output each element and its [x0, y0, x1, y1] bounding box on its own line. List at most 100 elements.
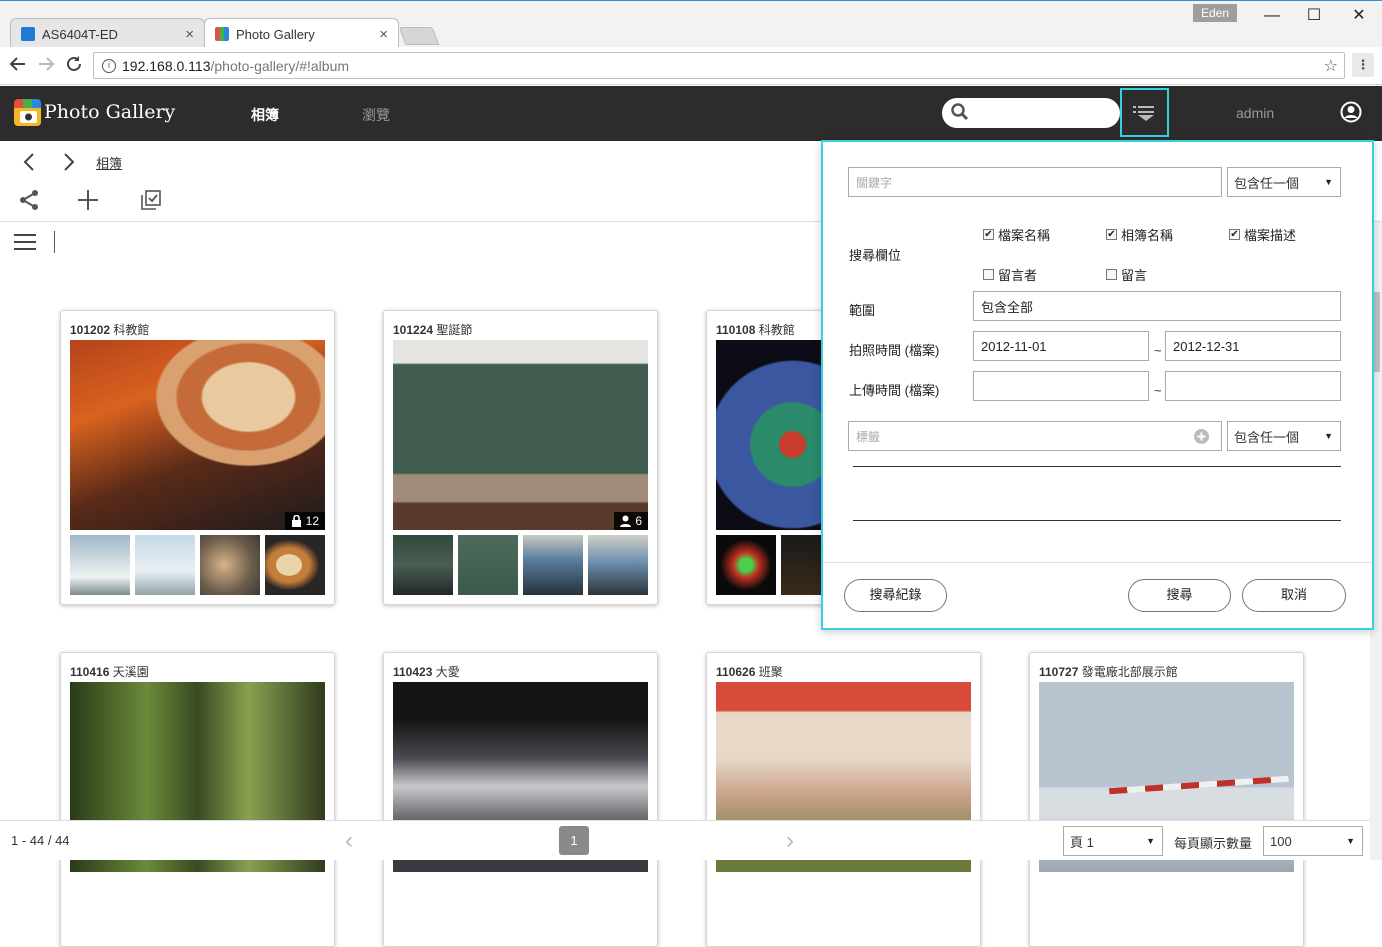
divider: [853, 520, 1341, 521]
thumbnail-image[interactable]: [716, 535, 776, 595]
album-title: 110108 科教館: [716, 323, 795, 337]
nav-tab-browse[interactable]: 瀏覽: [362, 105, 390, 125]
cancel-button[interactable]: 取消: [1242, 579, 1346, 612]
shot-date-to-input[interactable]: 2012-12-31: [1165, 331, 1341, 361]
chevron-left-icon[interactable]: [21, 152, 37, 172]
lock-icon: [291, 515, 301, 527]
browser-tab-nas[interactable]: AS6404T-ED ×: [10, 18, 205, 49]
album-title: 101224 聖誕節: [393, 323, 473, 337]
album-card[interactable]: 110416 天溪園: [60, 652, 335, 947]
search-icon: [951, 103, 969, 121]
browser-menu-icon[interactable]: ⋮: [1352, 53, 1374, 77]
dropdown-arrow-icon: ▼: [1146, 836, 1155, 846]
album-card[interactable]: 110423 大愛: [383, 652, 658, 947]
album-title: 110416 天溪園: [70, 665, 149, 679]
tab-title: Photo Gallery: [236, 26, 315, 42]
tab-title: AS6404T-ED: [42, 26, 118, 42]
search-history-button[interactable]: 搜尋紀錄: [844, 579, 947, 612]
item-range-text: 1 - 44 / 44: [11, 833, 70, 848]
tag-input[interactable]: 標籤: [848, 421, 1222, 451]
advanced-search-button[interactable]: [1120, 88, 1169, 137]
album-cover-image[interactable]: 12: [70, 340, 325, 530]
album-cover-image[interactable]: 6: [393, 340, 648, 530]
keyword-match-select[interactable]: 包含任一個 ▼: [1227, 167, 1341, 197]
field-checkbox-description[interactable]: ✔ 檔案描述: [1229, 225, 1296, 244]
reload-icon[interactable]: [62, 55, 86, 78]
range-separator: ~: [1154, 383, 1162, 398]
nav-tab-albums[interactable]: 相簿: [251, 105, 279, 125]
advanced-search-list-icon: [1132, 105, 1154, 121]
thumbnail-image[interactable]: [200, 535, 260, 595]
close-window-button[interactable]: ✕: [1344, 6, 1374, 26]
username-label[interactable]: admin: [1236, 105, 1274, 121]
browser-tab-strip: AS6404T-ED × Photo Gallery × Eden — ☐ ✕: [0, 0, 1382, 49]
share-icon[interactable]: [18, 189, 40, 211]
forward-arrow-icon[interactable]: [34, 55, 58, 78]
divider: [823, 562, 1372, 563]
info-icon[interactable]: i: [102, 58, 116, 73]
back-arrow-icon[interactable]: [6, 55, 30, 78]
hamburger-menu-icon[interactable]: [14, 233, 36, 251]
per-page-select[interactable]: 100 ▼: [1263, 826, 1363, 856]
current-page-button[interactable]: 1: [559, 826, 589, 855]
add-tag-icon[interactable]: [1194, 429, 1209, 444]
close-tab-icon[interactable]: ×: [185, 26, 194, 43]
address-bar[interactable]: i 192.168.0.113 /photo-gallery/#!album ☆: [93, 52, 1345, 79]
url-path: /photo-gallery/#!album: [210, 57, 350, 74]
upload-date-to-input[interactable]: [1165, 371, 1341, 401]
maximize-button[interactable]: ☐: [1299, 6, 1329, 26]
search-button[interactable]: 搜尋: [1128, 579, 1231, 612]
album-card[interactable]: 110727 發電廠北部展示館: [1029, 652, 1304, 947]
field-checkbox-commenter[interactable]: 留言者: [983, 265, 1037, 284]
tag-match-select[interactable]: 包含任一個 ▼: [1227, 421, 1341, 451]
album-card[interactable]: 101202 科教館 12: [60, 310, 335, 605]
thumbnail-image[interactable]: [135, 535, 195, 595]
album-title: 110727 發電廠北部展示館: [1039, 665, 1178, 679]
album-card[interactable]: 110626 班聚: [706, 652, 981, 947]
field-checkbox-album-name[interactable]: ✔ 相簿名稱: [1106, 225, 1173, 244]
thumbnail-image[interactable]: [588, 535, 648, 595]
browser-toolbar: i 192.168.0.113 /photo-gallery/#!album ☆…: [0, 47, 1382, 85]
album-title: 110423 大愛: [393, 665, 460, 679]
app-title: Photo Gallery: [44, 101, 176, 123]
prev-page-icon[interactable]: ‹: [345, 827, 353, 855]
range-separator: ~: [1154, 343, 1162, 358]
next-page-icon[interactable]: ›: [786, 827, 794, 855]
divider: [54, 231, 55, 253]
browser-tab-photo-gallery[interactable]: Photo Gallery ×: [204, 18, 399, 49]
thumbnail-image[interactable]: [393, 535, 453, 595]
bookmark-star-icon[interactable]: ☆: [1324, 56, 1338, 76]
url-host: 192.168.0.113: [122, 57, 211, 74]
minimize-button[interactable]: —: [1257, 6, 1287, 26]
close-tab-icon[interactable]: ×: [379, 26, 388, 43]
checkbox-empty-icon: [1106, 269, 1117, 280]
pagination-bar: 1 - 44 / 44 ‹ 1 › 頁 1 ▼ 每頁顯示數量 100 ▼: [0, 820, 1370, 860]
upload-date-from-input[interactable]: [973, 371, 1149, 401]
thumbnail-image[interactable]: [265, 535, 325, 595]
thumbnail-image[interactable]: [458, 535, 518, 595]
album-title: 110626 班聚: [716, 665, 783, 679]
shot-date-from-input[interactable]: 2012-11-01: [973, 331, 1149, 361]
add-icon[interactable]: [77, 189, 99, 211]
scope-label: 範圍: [849, 303, 876, 318]
nas-favicon-icon: [21, 27, 35, 41]
thumbnail-image[interactable]: [523, 535, 583, 595]
field-checkbox-comment[interactable]: 留言: [1106, 265, 1147, 284]
search-input[interactable]: [942, 98, 1120, 128]
keyword-input[interactable]: 關鍵字: [848, 167, 1222, 197]
breadcrumb-albums-link[interactable]: 相簿: [96, 153, 122, 172]
profile-badge[interactable]: Eden: [1193, 4, 1237, 22]
search-fields-label: 搜尋欄位: [849, 248, 902, 263]
new-tab-button[interactable]: [398, 27, 440, 45]
field-checkbox-filename[interactable]: ✔ 檔案名稱: [983, 225, 1050, 244]
upload-time-label: 上傳時間 (檔案): [849, 383, 940, 398]
thumbnail-image[interactable]: [70, 535, 130, 595]
page-select[interactable]: 頁 1 ▼: [1063, 826, 1163, 856]
select-multiple-icon[interactable]: [141, 190, 161, 210]
album-card[interactable]: 101224 聖誕節 6: [383, 310, 658, 605]
photo-gallery-logo-icon: [14, 99, 41, 126]
divider: [853, 466, 1341, 467]
user-account-icon[interactable]: [1340, 101, 1362, 123]
scope-input[interactable]: 包含全部: [973, 291, 1341, 321]
chevron-right-icon[interactable]: [61, 152, 77, 172]
